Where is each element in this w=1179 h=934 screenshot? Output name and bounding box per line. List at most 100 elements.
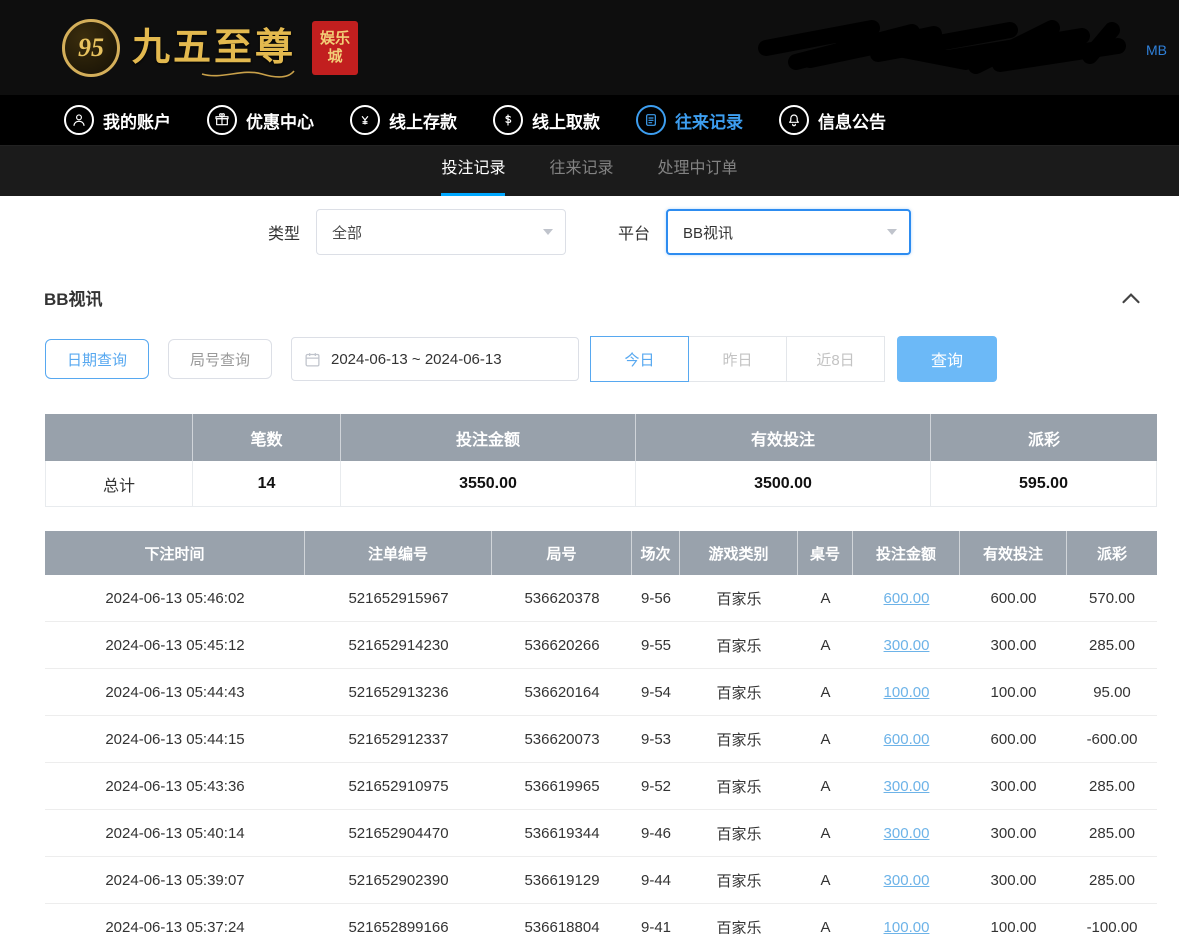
type-filter-label: 类型 xyxy=(268,220,300,244)
table-cell: 2024-06-13 05:40:14 xyxy=(45,810,305,857)
nav-item-withdraw[interactable]: 线上取款 xyxy=(493,105,600,135)
round-query-button[interactable]: 局号查询 xyxy=(168,339,272,379)
column-header: 局号 xyxy=(492,531,632,575)
nav-item-label: 优惠中心 xyxy=(246,108,314,133)
last-8-days-button[interactable]: 近8日 xyxy=(786,336,885,382)
date-query-button[interactable]: 日期查询 xyxy=(45,339,149,379)
table-cell: A xyxy=(798,810,853,857)
chevron-down-icon xyxy=(543,229,553,235)
table-cell: 百家乐 xyxy=(680,810,798,857)
table-cell: 百家乐 xyxy=(680,669,798,716)
nav-item-label: 线上取款 xyxy=(532,108,600,133)
date-range-picker[interactable]: 2024-06-13 ~ 2024-06-13 xyxy=(291,337,579,381)
table-cell: 9-56 xyxy=(632,575,680,622)
table-cell: 521652912337 xyxy=(305,716,492,763)
table-cell: 95.00 xyxy=(1067,669,1157,716)
nav-item-announcements[interactable]: 信息公告 xyxy=(779,105,886,135)
nav-item-deposit[interactable]: 线上存款 xyxy=(350,105,457,135)
quick-range-group: 今日 昨日 近8日 xyxy=(591,336,885,382)
table-cell: 536619129 xyxy=(492,857,632,904)
column-header: 下注时间 xyxy=(45,531,305,575)
platform-select[interactable]: BB视讯 xyxy=(666,209,911,255)
table-cell: A xyxy=(798,716,853,763)
table-cell: 300.00 xyxy=(853,622,960,669)
nav-item-my-account[interactable]: 我的账户 xyxy=(64,105,171,135)
table-cell: 600.00 xyxy=(853,716,960,763)
nav-item-records[interactable]: 往来记录 xyxy=(636,105,743,135)
type-select-value: 全部 xyxy=(332,222,362,243)
search-button[interactable]: 查询 xyxy=(897,336,997,382)
table-cell: 536620073 xyxy=(492,716,632,763)
yesterday-button[interactable]: 昨日 xyxy=(688,336,787,382)
table-cell: 521652913236 xyxy=(305,669,492,716)
summary-header-payout: 派彩 xyxy=(931,414,1157,461)
table-cell: 300.00 xyxy=(960,857,1067,904)
table-cell: A xyxy=(798,763,853,810)
platform-filter-label: 平台 xyxy=(618,220,650,244)
summary-count-value: 14 xyxy=(193,461,341,507)
column-header: 派彩 xyxy=(1067,531,1157,575)
tab-transaction-records[interactable]: 往来记录 xyxy=(549,146,613,196)
table-cell: 521652904470 xyxy=(305,810,492,857)
table-cell: 536618804 xyxy=(492,904,632,934)
table-cell: 300.00 xyxy=(853,763,960,810)
table-cell: 521652914230 xyxy=(305,622,492,669)
main-nav: 我的账户 优惠中心 线上存款 线上取款 往来记录 信息公告 xyxy=(0,95,1179,146)
table-cell: 9-54 xyxy=(632,669,680,716)
table-cell: 9-52 xyxy=(632,763,680,810)
collapse-chevron-up-icon[interactable] xyxy=(1121,291,1141,305)
bet-amount-link[interactable]: 600.00 xyxy=(884,731,930,748)
table-cell: 9-46 xyxy=(632,810,680,857)
table-cell: 536619344 xyxy=(492,810,632,857)
column-header: 桌号 xyxy=(798,531,853,575)
table-cell: A xyxy=(798,669,853,716)
table-cell: 100.00 xyxy=(960,904,1067,934)
table-cell: 521652915967 xyxy=(305,575,492,622)
nav-item-label: 线上存款 xyxy=(389,108,457,133)
table-cell: 600.00 xyxy=(960,716,1067,763)
bet-amount-link[interactable]: 100.00 xyxy=(884,684,930,701)
top-header: 95 九五至尊 娱乐城 MB xyxy=(0,0,1179,95)
section-head: BB视讯 xyxy=(44,285,1141,310)
table-cell: 2024-06-13 05:39:07 xyxy=(45,857,305,904)
today-button[interactable]: 今日 xyxy=(590,336,689,382)
table-cell: 百家乐 xyxy=(680,622,798,669)
query-row: 日期查询 局号查询 2024-06-13 ~ 2024-06-13 今日 昨日 … xyxy=(45,336,1179,382)
nav-item-promotions[interactable]: 优惠中心 xyxy=(207,105,314,135)
summary-header-valid-bet: 有效投注 xyxy=(636,414,931,461)
table-cell: 2024-06-13 05:43:36 xyxy=(45,763,305,810)
table-cell: 285.00 xyxy=(1067,622,1157,669)
table-cell: 百家乐 xyxy=(680,763,798,810)
summary-row-label: 总计 xyxy=(45,461,193,507)
logo-flourish-icon xyxy=(200,67,296,79)
table-cell: 521652902390 xyxy=(305,857,492,904)
bet-amount-link[interactable]: 300.00 xyxy=(884,872,930,889)
bet-amount-link[interactable]: 300.00 xyxy=(884,778,930,795)
user-icon xyxy=(64,105,94,135)
summary-bet-amount-value: 3550.00 xyxy=(341,461,636,507)
bet-amount-link[interactable]: 600.00 xyxy=(884,590,930,607)
bell-icon xyxy=(779,105,809,135)
table-cell: 300.00 xyxy=(960,810,1067,857)
site-logo[interactable]: 95 九五至尊 娱乐城 xyxy=(62,16,358,79)
table-cell: 2024-06-13 05:45:12 xyxy=(45,622,305,669)
table-cell: 100.00 xyxy=(960,669,1067,716)
table-cell: 600.00 xyxy=(960,575,1067,622)
table-cell: 300.00 xyxy=(960,763,1067,810)
withdraw-coin-icon xyxy=(493,105,523,135)
tab-betting-records[interactable]: 投注记录 xyxy=(441,146,505,196)
bet-amount-link[interactable]: 300.00 xyxy=(884,825,930,842)
tab-processing-orders[interactable]: 处理中订单 xyxy=(658,146,738,196)
table-cell: 100.00 xyxy=(853,904,960,934)
table-cell: 285.00 xyxy=(1067,810,1157,857)
table-cell: A xyxy=(798,575,853,622)
type-select[interactable]: 全部 xyxy=(316,209,566,255)
table-cell: 9-55 xyxy=(632,622,680,669)
logo-emblem-icon: 95 xyxy=(62,19,120,77)
section-title: BB视讯 xyxy=(44,285,103,310)
bet-amount-link[interactable]: 100.00 xyxy=(884,919,930,934)
column-header: 注单编号 xyxy=(305,531,492,575)
table-cell: 2024-06-13 05:44:15 xyxy=(45,716,305,763)
summary-valid-bet-value: 3500.00 xyxy=(636,461,931,507)
bet-amount-link[interactable]: 300.00 xyxy=(884,637,930,654)
